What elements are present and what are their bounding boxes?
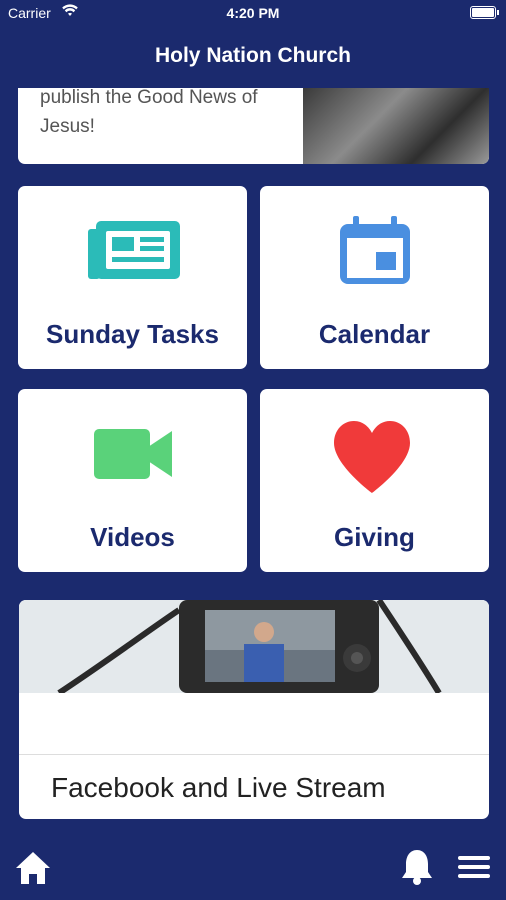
tile-giving[interactable]: Giving: [260, 389, 489, 572]
tile-videos[interactable]: Videos: [18, 389, 247, 572]
newspaper-icon: [86, 219, 182, 288]
tile-label: Videos: [90, 522, 175, 552]
tile-label: Giving: [334, 522, 415, 552]
tile-label: Sunday Tasks: [46, 319, 219, 349]
promo-banner[interactable]: publish the Good News of Jesus!: [18, 88, 489, 164]
video-camera-icon: [92, 427, 174, 486]
live-stream-photo: [19, 600, 489, 696]
home-icon[interactable]: [14, 850, 52, 891]
tile-sunday-tasks[interactable]: Sunday Tasks: [18, 186, 247, 369]
promo-image: [303, 88, 489, 164]
live-stream-label: Facebook and Live Stream: [51, 772, 386, 803]
clock: 4:20 PM: [226, 5, 280, 21]
menu-icon[interactable]: [458, 854, 490, 885]
tile-calendar[interactable]: Calendar: [260, 186, 489, 369]
battery-icon: [470, 6, 499, 19]
bell-icon[interactable]: [400, 848, 434, 891]
status-bar: Carrier 4:20 PM: [0, 0, 506, 26]
heart-icon: [332, 419, 412, 500]
tile-label: Calendar: [318, 319, 431, 349]
divider: [19, 754, 489, 755]
bottom-nav-bar: [0, 830, 506, 900]
live-stream-card[interactable]: Facebook and Live Stream: [19, 600, 489, 819]
page-title: Holy Nation Church: [154, 44, 351, 67]
promo-text: publish the Good News of Jesus!: [40, 88, 258, 137]
calendar-icon: [338, 214, 412, 291]
